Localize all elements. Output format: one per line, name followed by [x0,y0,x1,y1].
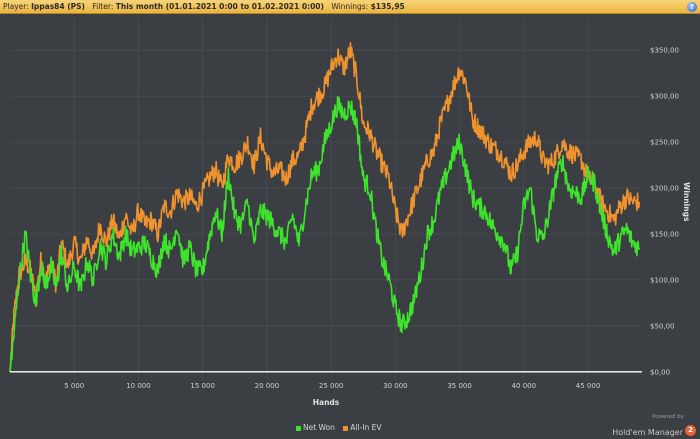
x-tick-label: 15 000 [190,382,215,390]
legend-label-all-in-ev: All-In EV [350,423,382,432]
filter-label: Filter: [92,2,114,11]
x-axis-label: Hands [313,398,340,407]
x-tick-label: 45 000 [576,382,601,390]
winnings-value: $135,95 [370,2,405,11]
y-tick-label: $300,00 [650,93,679,101]
chart-legend: Net Won All-In EV [296,423,388,432]
y-tick-label: $350,00 [650,47,679,55]
player-value: Ippas84 (PS) [31,2,85,11]
x-tick-label: 40 000 [512,382,537,390]
x-tick-label: 5 000 [64,382,84,390]
help-icon[interactable]: ? [687,2,697,12]
y-tick-label: $150,00 [650,230,679,238]
y-tick-label: $0,00 [650,368,670,376]
legend-swatch-all-in-ev [343,425,349,431]
x-tick-label: 10 000 [126,382,151,390]
legend-label-net-won: Net Won [303,423,335,432]
plot-area [10,18,642,381]
brand-logo: Powered by Hold'em Manager 2 [612,414,696,439]
x-tick-label: 30 000 [383,382,408,390]
powered-by-text: Powered by [652,414,684,420]
winnings-label: Winnings: [331,2,369,11]
x-tick-label: 25 000 [319,382,344,390]
x-tick-label: 20 000 [255,382,280,390]
title-bar: Player: Ippas84 (PS) Filter: This month … [0,0,700,14]
y-tick-label: $250,00 [650,139,679,147]
brand-version-badge: 2 [685,425,696,436]
y-tick-label: $50,00 [650,322,675,330]
legend-item-all-in-ev: All-In EV [343,423,382,432]
y-tick-label: $200,00 [650,185,679,193]
legend-item-net-won: Net Won [296,423,335,432]
y-tick-label: $100,00 [650,276,679,284]
y-axis-label: Winnings [682,182,691,222]
x-tick-label: 35 000 [447,382,472,390]
player-label: Player: [3,2,29,11]
winnings-chart: 5 000 10 000 15 000 20 000 25 000 30 000 35 00… [9,18,691,407]
filter-value: This month (01.01.2021 0:00 to 01.02.202… [115,2,324,11]
legend-swatch-net-won [296,425,301,431]
